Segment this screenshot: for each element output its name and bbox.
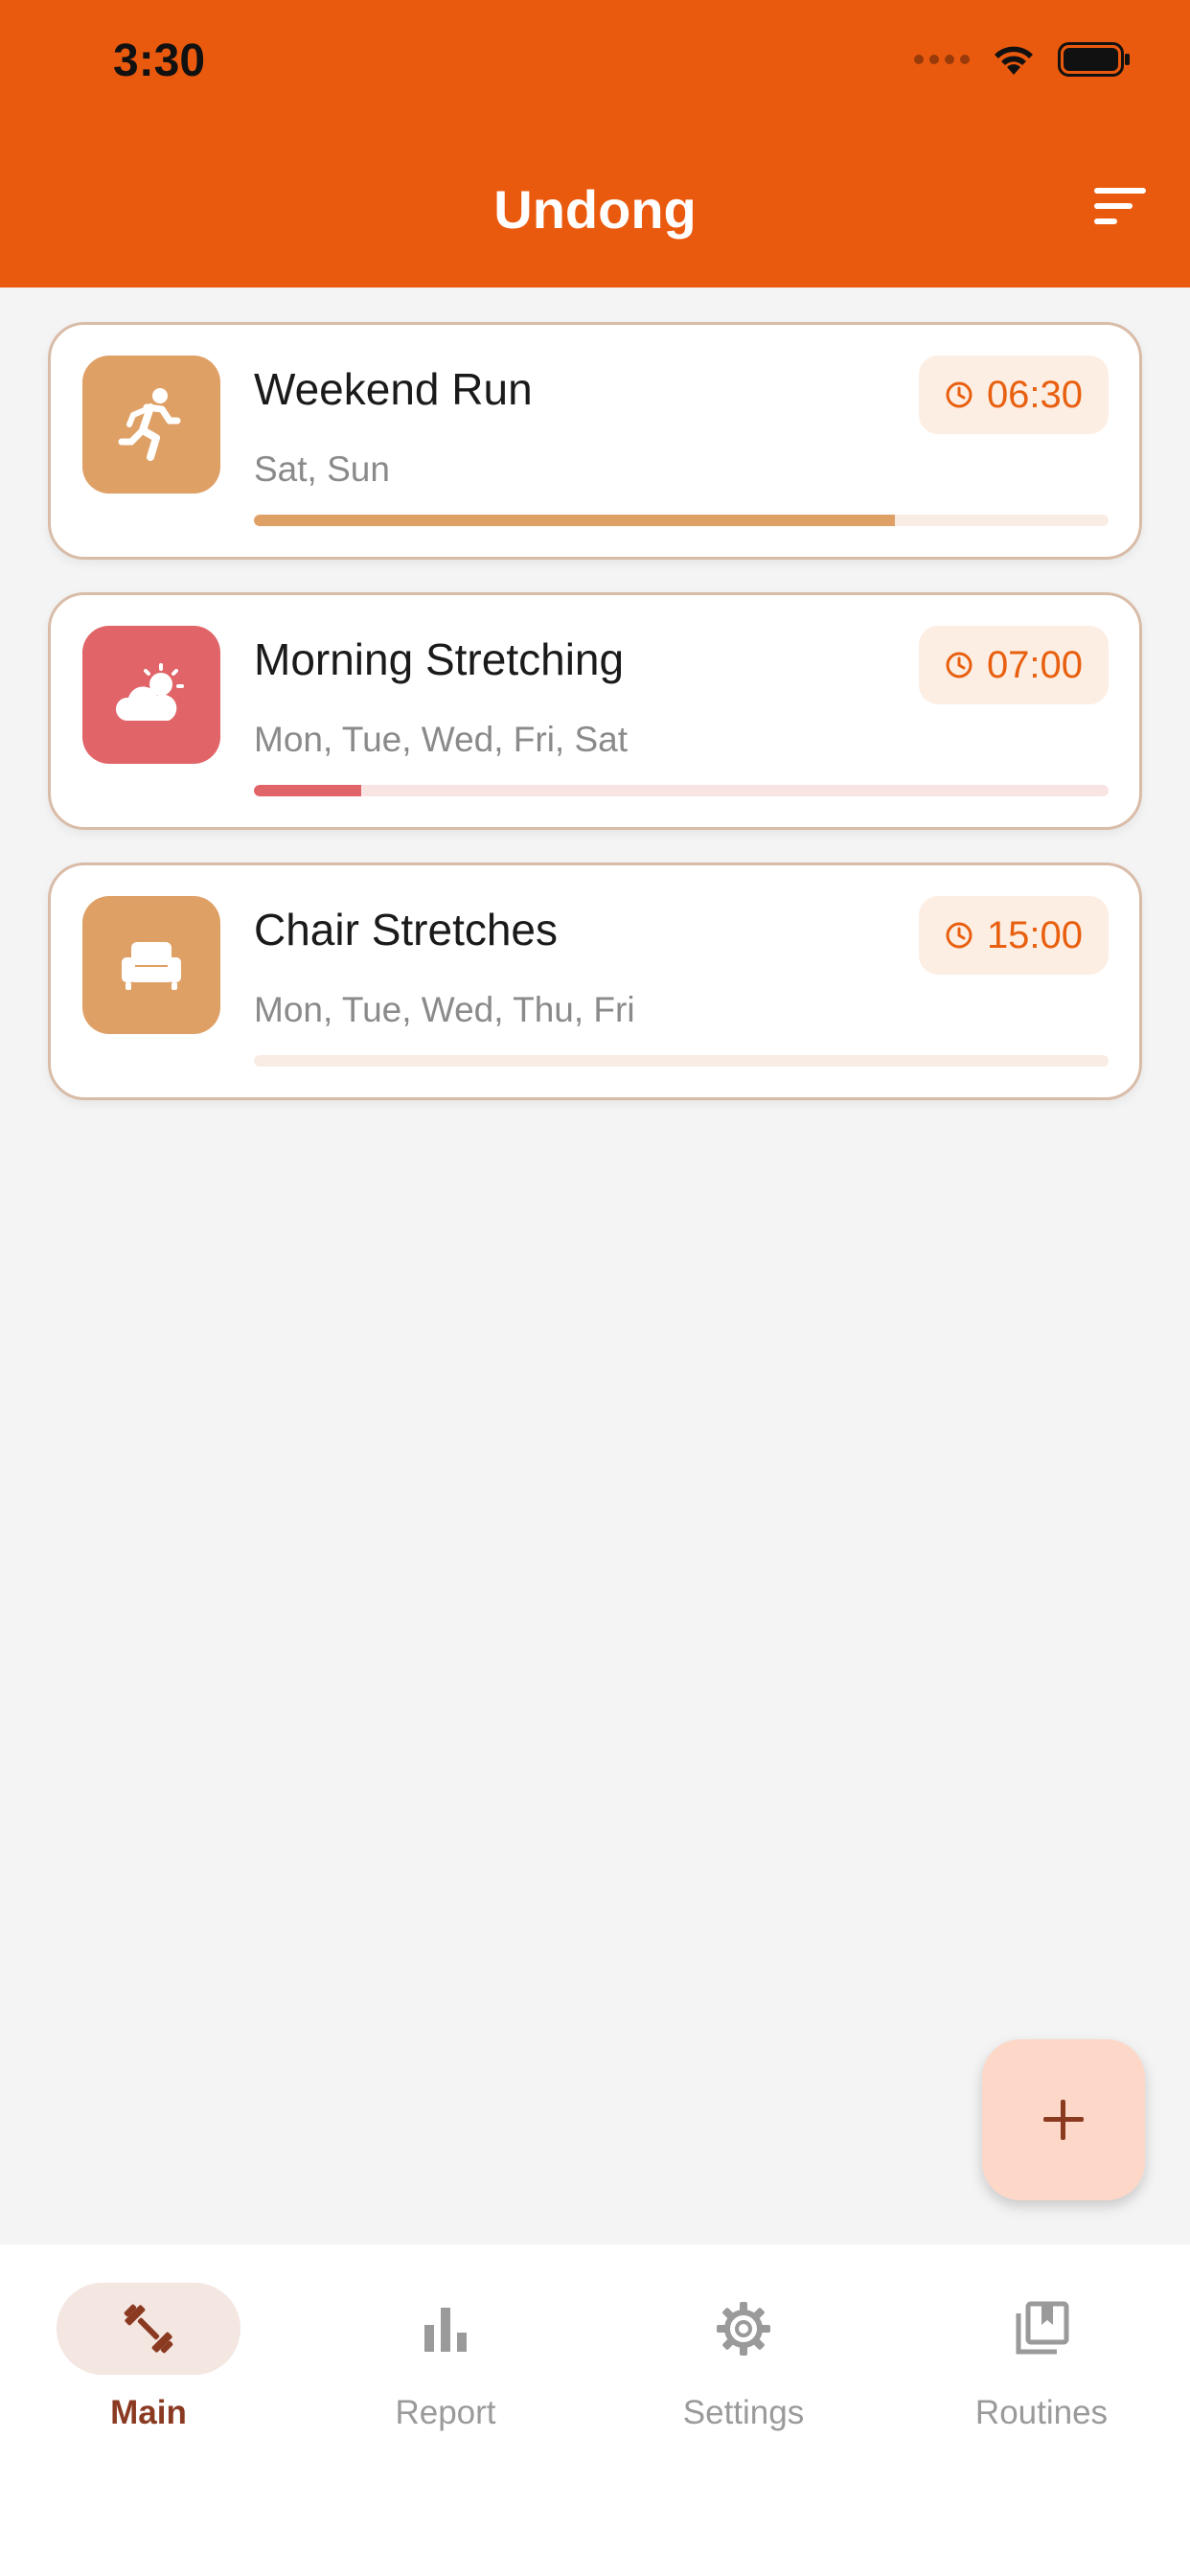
routine-title: Chair Stretches [254,905,559,954]
sun-behind-cloud-icon [115,663,184,721]
gear-icon [717,2302,770,2356]
routine-icon-tile [82,896,220,1034]
routine-title: Morning Stretching [254,634,625,684]
bottom-tab-bar: Main Report Settings Routines [0,2244,1190,2576]
status-icons [914,42,1131,77]
routine-icon-tile [82,626,220,764]
tab-report[interactable]: Report [321,2283,570,2455]
bookmark-collection-icon [1016,2301,1069,2355]
tab-label: Main [110,2394,187,2431]
clock-icon [946,652,973,678]
routine-card[interactable]: Morning Stretching Mon, Tue, Wed, Fri, S… [48,592,1142,830]
battery-icon [1058,42,1131,77]
add-routine-button[interactable] [982,2039,1145,2200]
tab-settings[interactable]: Settings [619,2283,868,2455]
tab-icon-container [354,2283,538,2375]
routine-progress-fill [254,785,361,796]
dumbbell-icon [124,2304,173,2354]
tab-label: Report [395,2394,496,2431]
routine-icon-tile [82,356,220,494]
routine-progress-bar [254,785,1109,796]
routine-progress-fill [254,515,895,526]
wifi-icon [991,42,1037,77]
routine-time-badge[interactable]: 15:00 [919,896,1109,975]
routine-days: Mon, Tue, Wed, Fri, Sat [254,720,629,759]
status-time: 3:30 [113,35,206,86]
cellular-signal-icon [914,55,970,64]
app-header: 3:30 Undong [0,0,1190,288]
tab-routines[interactable]: Routines [917,2283,1166,2455]
sort-filter-icon [1094,188,1146,224]
armchair-icon [122,942,181,990]
running-person-icon [118,388,181,461]
clock-icon [946,922,973,949]
routine-card[interactable]: Weekend Run Sat, Sun 06:30 [48,322,1142,560]
tab-icon-container [652,2283,835,2375]
bar-chart-icon [424,2308,467,2352]
routine-progress-bar [254,515,1109,526]
tab-main[interactable]: Main [24,2283,273,2455]
tab-label: Routines [974,2394,1109,2431]
routine-title: Weekend Run [254,364,533,414]
sort-filter-button[interactable] [1092,184,1150,232]
routine-time: 06:30 [986,373,1084,416]
routine-time-badge[interactable]: 06:30 [919,356,1109,434]
tab-icon-container [57,2283,240,2375]
routine-time: 07:00 [986,643,1084,686]
app-title: Undong [493,179,697,240]
tab-label: Settings [682,2394,805,2431]
tab-icon-container [950,2283,1133,2375]
routine-progress-bar [254,1055,1109,1067]
routine-card[interactable]: Chair Stretches Mon, Tue, Wed, Thu, Fri … [48,862,1142,1100]
plus-icon [1043,2100,1084,2140]
routine-time-badge[interactable]: 07:00 [919,626,1109,704]
clock-icon [946,381,973,408]
routine-days: Sat, Sun [254,449,390,489]
routine-time: 15:00 [986,913,1084,956]
routine-days: Mon, Tue, Wed, Thu, Fri [254,990,635,1029]
